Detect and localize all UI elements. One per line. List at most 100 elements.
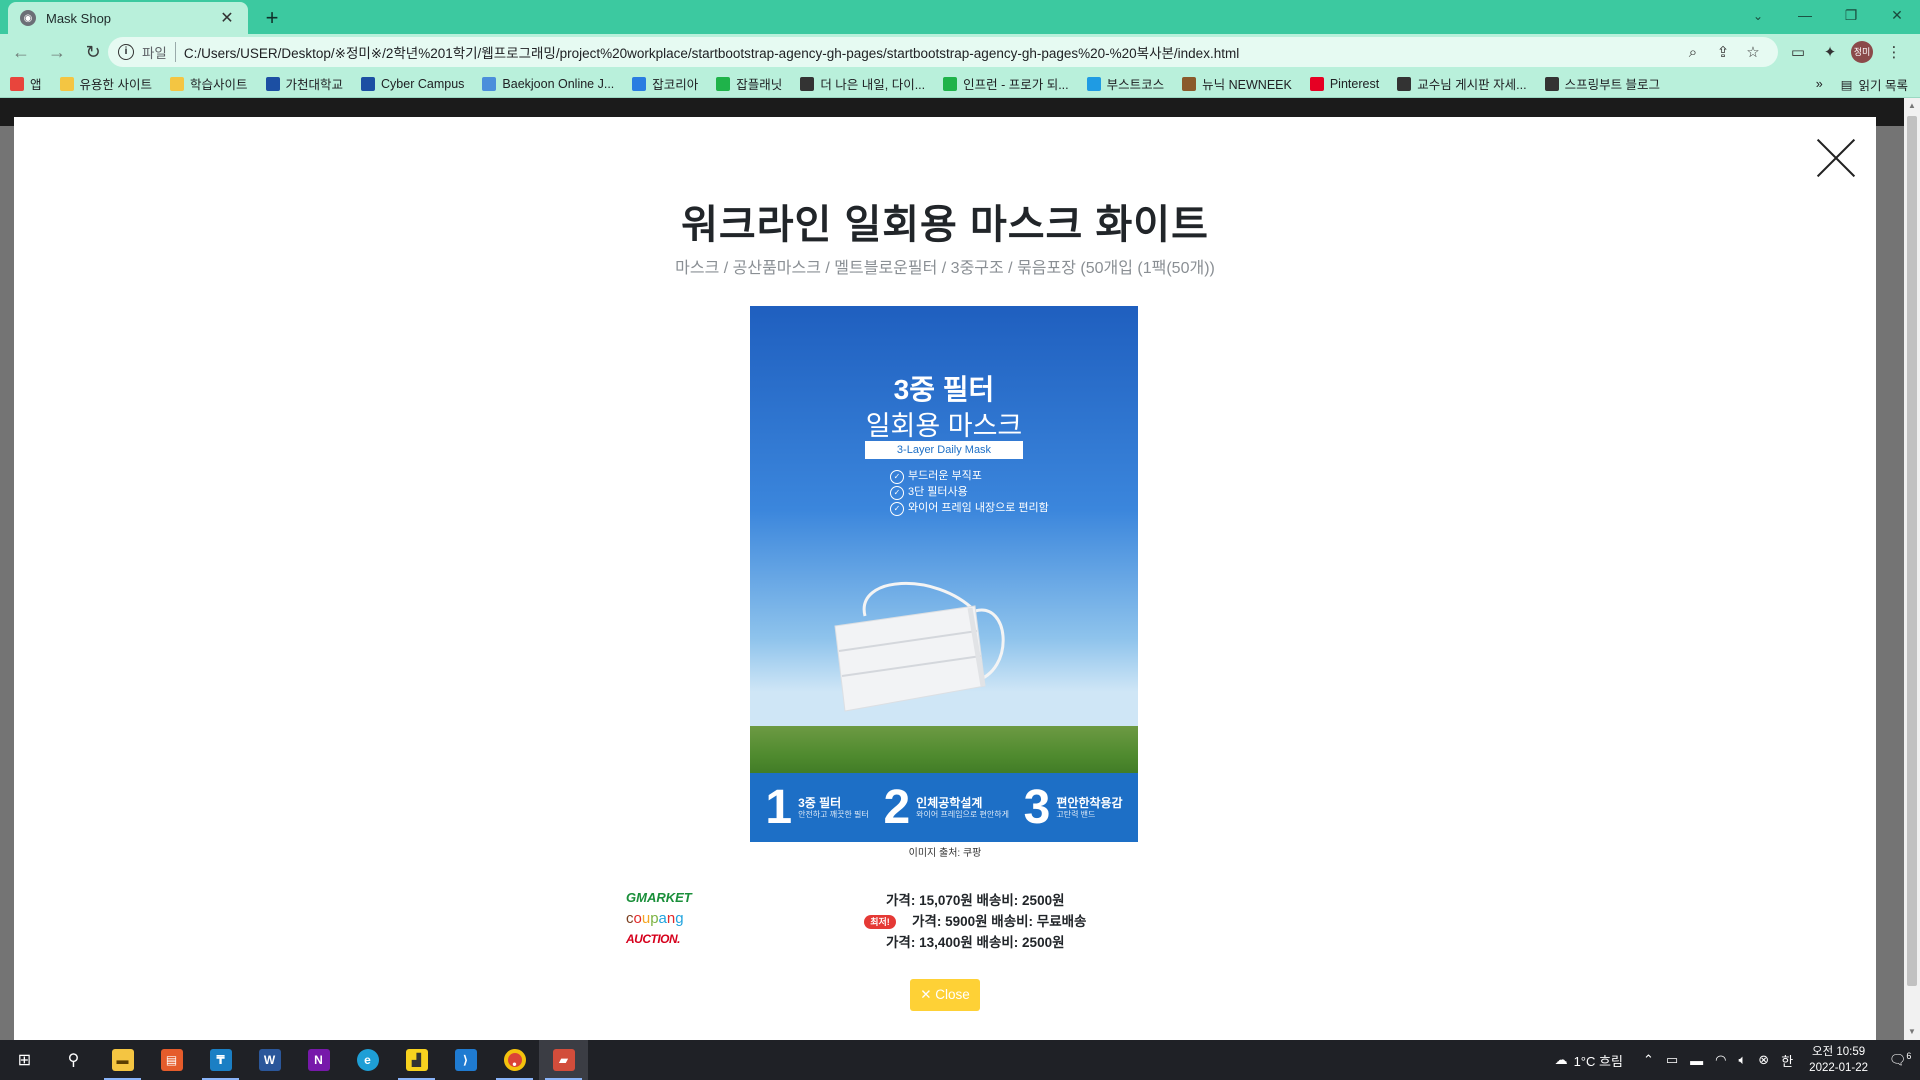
bookmark-item[interactable]: 스프링부트 블로그 — [1544, 74, 1660, 93]
bookmark-star-icon[interactable]: ☆ — [1738, 43, 1768, 61]
scroll-thumb[interactable] — [1907, 116, 1917, 986]
feature-number: 2 — [883, 780, 911, 834]
media-icon[interactable]: ▭ — [1782, 43, 1814, 61]
clock[interactable]: 오전 10:59 2022-01-22 — [1809, 1044, 1868, 1076]
tab-mask-shop[interactable]: ◉ Mask Shop ✕ — [8, 2, 248, 34]
notification-count: 6 — [1906, 1051, 1912, 1062]
info-icon[interactable]: i — [118, 44, 134, 60]
clock-date: 2022-01-22 — [1809, 1062, 1868, 1074]
coupang-logo[interactable]: coupang — [626, 908, 706, 929]
bookmark-item[interactable]: 가천대학교 — [265, 74, 344, 93]
auction-logo[interactable]: AUCTION. — [626, 929, 706, 950]
bookmark-favicon-icon — [1309, 76, 1324, 91]
image-caption: 이미지 출처: 쿠팡 — [908, 848, 982, 859]
tab-search-chevron-icon[interactable]: ⌄ — [1746, 4, 1770, 28]
cloud-weather-icon[interactable]: ☁ — [1555, 1052, 1568, 1068]
feature-title: 3중 필터 — [798, 795, 842, 810]
close-window-icon[interactable]: ✕ — [1874, 0, 1920, 32]
ime-indicator[interactable]: 한 — [1781, 1051, 1793, 1070]
file-explorer-icon[interactable]: ▬ — [98, 1040, 147, 1080]
bookmarks-more-icon[interactable]: » — [1816, 77, 1823, 91]
bookmark-item[interactable]: 유용한 사이트 — [59, 74, 152, 93]
bookmark-label: Pinterest — [1329, 76, 1380, 91]
onenote-icon[interactable]: N — [294, 1040, 343, 1080]
sticky-notes-icon[interactable]: ▟ — [392, 1040, 441, 1080]
bookmark-favicon-icon — [361, 76, 376, 91]
product-title: 워크라인 일회용 마스크 화이트 — [681, 203, 1209, 247]
back-arrow-icon[interactable]: ← — [6, 37, 36, 67]
bookmark-item[interactable]: 학습사이트 — [170, 74, 248, 93]
edge-icon[interactable]: e — [343, 1040, 392, 1080]
url-text[interactable]: C:/Users/USER/Desktop/※정미※/2학년%201학기/웹프로… — [184, 42, 1678, 62]
bookmark-item[interactable]: 앱 — [10, 74, 42, 93]
bookmark-favicon-icon — [265, 76, 280, 91]
bookmark-item[interactable]: 잡플래닛 — [716, 74, 782, 93]
notification-center-icon[interactable]: 🗨︎6 — [1880, 1051, 1920, 1069]
zoom-icon[interactable]: ⌕ — [1678, 44, 1708, 61]
bookmark-favicon-icon — [1182, 76, 1197, 91]
restore-icon[interactable]: ❐ — [1828, 0, 1874, 32]
page-scrollbar[interactable]: ▲ ▼ — [1904, 98, 1920, 1040]
scroll-down-arrow-icon[interactable]: ▼ — [1904, 1024, 1920, 1040]
bookmark-item[interactable]: 교수님 게시판 자세... — [1397, 74, 1527, 93]
bookmark-favicon-icon — [482, 76, 497, 91]
volume-icon[interactable]: 🔈︎ — [1738, 1052, 1746, 1068]
shop-logos: GMARKET coupang AUCTION. — [626, 887, 706, 950]
display-icon[interactable]: ▭ — [1666, 1052, 1678, 1068]
office-app-icon[interactable]: ▤ — [147, 1040, 196, 1080]
chevron-up-icon[interactable]: ⌃ — [1643, 1052, 1654, 1068]
address-bar[interactable]: i 파일 C:/Users/USER/Desktop/※정미※/2학년%201학… — [108, 37, 1778, 67]
page-viewport: 워크라인 일회용 마스크 화이트 마스크 / 공산품마스크 / 멜트블로운필터 … — [0, 98, 1920, 1040]
feature-sub: 고탄력 밴드 — [1056, 809, 1096, 819]
bookmark-item[interactable]: 더 나은 내일, 다이... — [800, 74, 925, 93]
bookmark-item[interactable]: 뉴닉 NEWNEEK — [1182, 74, 1292, 93]
extensions-puzzle-icon[interactable]: ✦ — [1814, 43, 1846, 61]
bookmark-label: 가천대학교 — [285, 78, 344, 92]
bookmark-label: 뉴닉 NEWNEEK — [1202, 78, 1292, 92]
weather-text[interactable]: 1°C 흐림 — [1574, 1051, 1623, 1070]
menu-kebab-icon[interactable]: ⋮ — [1878, 43, 1910, 61]
bookmark-item[interactable]: Cyber Campus — [361, 76, 464, 91]
bookmark-item[interactable]: 인프런 - 프로가 되... — [943, 74, 1069, 93]
new-tab-button[interactable]: + — [258, 4, 286, 32]
paint-app-icon[interactable]: ▰ — [539, 1040, 588, 1080]
bookmark-item[interactable]: 부스트코스 — [1086, 74, 1164, 93]
image-subheadline: 일회용 마스크 — [865, 411, 1023, 441]
price-row-gmarket: 가격: 15,070원 배송비: 2500원 — [886, 893, 1065, 908]
image-badge: 3-Layer Daily Mask — [865, 441, 1023, 459]
reload-icon[interactable]: ↻ — [78, 37, 108, 67]
scroll-up-arrow-icon[interactable]: ▲ — [1904, 98, 1920, 114]
check-item: 3단 필터사용 — [890, 484, 1049, 500]
antivirus-icon[interactable]: ⊗ — [1758, 1052, 1769, 1068]
product-modal: 워크라인 일회용 마스크 화이트 마스크 / 공산품마스크 / 멜트블로운필터 … — [14, 117, 1876, 1040]
word-icon[interactable]: W — [245, 1040, 294, 1080]
feature-number: 1 — [765, 780, 793, 834]
windows-taskbar: ⊞ ⚲ ▬ ▤ ₸ W N e ▟ ⟩ • ▰ ☁ 1°C 흐림 ⌃ ▭ ▬ ◠… — [0, 1040, 1920, 1080]
tab-title: Mask Shop — [46, 10, 112, 26]
bookmark-label: 교수님 게시판 자세... — [1417, 78, 1527, 92]
product-image: 3중 필터 일회용 마스크 3-Layer Daily Mask 부드러운 부직… — [750, 306, 1138, 842]
feature-2: 2 인체공학설계 와이어 프레임으로 편안하게 — [883, 780, 1008, 834]
minimize-icon[interactable]: — — [1782, 0, 1828, 32]
reading-list-label[interactable]: 읽기 목록 — [1859, 75, 1908, 94]
profile-avatar[interactable]: 정미 — [1851, 41, 1873, 63]
globe-icon: ◉ — [20, 10, 36, 26]
gmarket-logo[interactable]: GMARKET — [626, 887, 706, 908]
tab-close-icon[interactable]: ✕ — [218, 8, 236, 28]
reading-list-icon[interactable]: ▤ — [1841, 77, 1853, 92]
share-icon[interactable]: ⇪ — [1708, 43, 1738, 61]
wifi-icon[interactable]: ◠ — [1715, 1052, 1726, 1068]
search-icon[interactable]: ⚲ — [49, 1040, 98, 1080]
modal-close-icon[interactable] — [1816, 137, 1856, 177]
close-button[interactable]: ✕ Close — [910, 979, 980, 1011]
forward-arrow-icon[interactable]: → — [42, 37, 72, 67]
battery-icon[interactable]: ▬ — [1690, 1053, 1703, 1068]
chrome-icon[interactable]: • — [490, 1040, 539, 1080]
bookmark-item[interactable]: Pinterest — [1309, 76, 1380, 91]
bookmark-favicon-icon — [632, 76, 647, 91]
bookmark-item[interactable]: 잡코리아 — [632, 74, 698, 93]
windows-start-icon[interactable]: ⊞ — [0, 1040, 49, 1080]
vscode-icon[interactable]: ⟩ — [441, 1040, 490, 1080]
calculator-app-icon[interactable]: ₸ — [196, 1040, 245, 1080]
bookmark-item[interactable]: Baekjoon Online J... — [482, 76, 614, 91]
